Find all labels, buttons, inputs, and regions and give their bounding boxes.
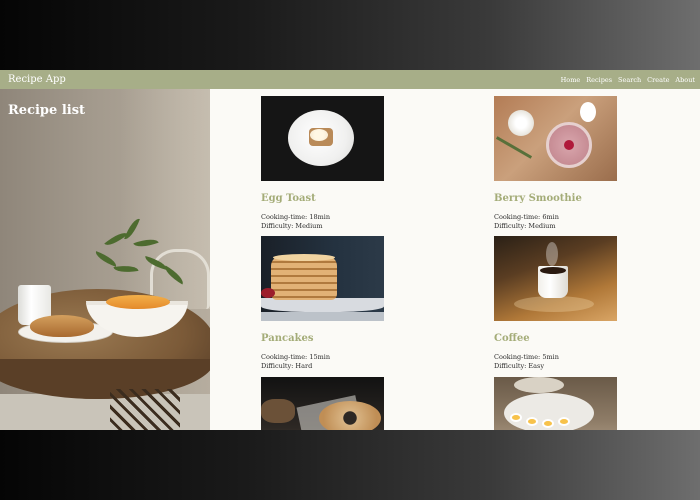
brand-logo[interactable]: Recipe App xyxy=(8,74,66,85)
recipe-image[interactable] xyxy=(494,377,617,430)
nav-link-about[interactable]: About xyxy=(675,76,695,84)
recipe-meta: Cooking-time: 5min Difficulty: Easy xyxy=(494,353,617,370)
croissant xyxy=(30,315,94,337)
app-window: Recipe App Home Recipes Search Create Ab… xyxy=(0,70,700,430)
hero-image: Recipe list xyxy=(0,89,210,430)
plant xyxy=(84,216,194,305)
cooking-time: Cooking-time: 6min xyxy=(494,213,559,221)
difficulty: Difficulty: Medium xyxy=(494,221,556,230)
recipe-image[interactable] xyxy=(261,377,384,430)
recipe-meta: Cooking-time: 15min Difficulty: Hard xyxy=(261,353,384,370)
nav-link-create[interactable]: Create xyxy=(647,76,669,84)
recipe-title[interactable]: Pancakes xyxy=(261,333,384,344)
nav-link-home[interactable]: Home xyxy=(561,76,581,84)
recipe-title[interactable]: Berry Smoothie xyxy=(494,193,617,204)
nav-link-search[interactable]: Search xyxy=(618,76,641,84)
recipe-image[interactable] xyxy=(494,96,617,181)
recipe-image[interactable] xyxy=(261,236,384,321)
recipe-card[interactable] xyxy=(494,377,617,430)
recipe-title[interactable]: Egg Toast xyxy=(261,193,384,204)
cooking-time: Cooking-time: 18min xyxy=(261,213,331,221)
navbar: Recipe App Home Recipes Search Create Ab… xyxy=(0,70,700,89)
nav-links: Home Recipes Search Create About xyxy=(561,76,695,84)
difficulty: Difficulty: Easy xyxy=(494,361,545,370)
recipe-card[interactable]: Egg Toast Cooking-time: 18min Difficulty… xyxy=(261,96,384,230)
recipe-image[interactable] xyxy=(494,236,617,321)
recipe-image[interactable] xyxy=(261,96,384,181)
recipe-card[interactable]: Coffee Cooking-time: 5min Difficulty: Ea… xyxy=(494,236,617,370)
recipe-card[interactable]: Berry Smoothie Cooking-time: 6min Diffic… xyxy=(494,96,617,230)
recipe-card[interactable]: Pancakes Cooking-time: 15min Difficulty:… xyxy=(261,236,384,370)
nav-link-recipes[interactable]: Recipes xyxy=(586,76,612,84)
difficulty: Difficulty: Hard xyxy=(261,361,313,370)
recipe-title[interactable]: Coffee xyxy=(494,333,617,344)
recipe-card[interactable] xyxy=(261,377,384,430)
recipe-meta: Cooking-time: 6min Difficulty: Medium xyxy=(494,213,617,230)
cooking-time: Cooking-time: 5min xyxy=(494,353,559,361)
recipe-meta: Cooking-time: 18min Difficulty: Medium xyxy=(261,213,384,230)
difficulty: Difficulty: Medium xyxy=(261,221,323,230)
page-title: Recipe list xyxy=(8,103,86,118)
cooking-time: Cooking-time: 15min xyxy=(261,353,331,361)
